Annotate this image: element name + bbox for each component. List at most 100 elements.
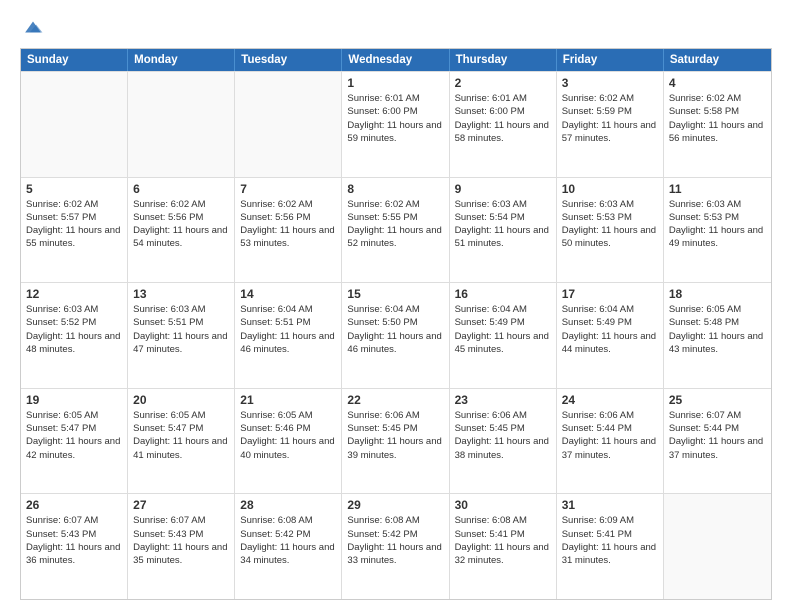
day-number: 12 — [26, 287, 122, 301]
day-number: 31 — [562, 498, 658, 512]
calendar-day-9: 9 Sunrise: 6:03 AM Sunset: 5:54 PM Daylig… — [450, 178, 557, 283]
day-number: 24 — [562, 393, 658, 407]
day-info: Sunrise: 6:04 AM Sunset: 5:49 PM Dayligh… — [562, 303, 658, 356]
calendar-day-26: 26 Sunrise: 6:07 AM Sunset: 5:43 PM Dayli… — [21, 494, 128, 599]
day-info: Sunrise: 6:05 AM Sunset: 5:47 PM Dayligh… — [133, 409, 229, 462]
calendar-day-28: 28 Sunrise: 6:08 AM Sunset: 5:42 PM Dayli… — [235, 494, 342, 599]
logo-icon — [22, 16, 44, 38]
day-number: 9 — [455, 182, 551, 196]
day-number: 5 — [26, 182, 122, 196]
calendar-day-31: 31 Sunrise: 6:09 AM Sunset: 5:41 PM Dayli… — [557, 494, 664, 599]
calendar-row: 5 Sunrise: 6:02 AM Sunset: 5:57 PM Daylig… — [21, 177, 771, 283]
calendar-empty — [235, 72, 342, 177]
weekday-header: Tuesday — [235, 49, 342, 71]
calendar-row: 19 Sunrise: 6:05 AM Sunset: 5:47 PM Dayli… — [21, 388, 771, 494]
day-info: Sunrise: 6:08 AM Sunset: 5:41 PM Dayligh… — [455, 514, 551, 567]
day-info: Sunrise: 6:01 AM Sunset: 6:00 PM Dayligh… — [347, 92, 443, 145]
calendar-day-12: 12 Sunrise: 6:03 AM Sunset: 5:52 PM Dayli… — [21, 283, 128, 388]
day-info: Sunrise: 6:02 AM Sunset: 5:57 PM Dayligh… — [26, 198, 122, 251]
day-info: Sunrise: 6:01 AM Sunset: 6:00 PM Dayligh… — [455, 92, 551, 145]
day-info: Sunrise: 6:04 AM Sunset: 5:50 PM Dayligh… — [347, 303, 443, 356]
weekday-header: Monday — [128, 49, 235, 71]
weekday-header: Wednesday — [342, 49, 449, 71]
day-info: Sunrise: 6:09 AM Sunset: 5:41 PM Dayligh… — [562, 514, 658, 567]
calendar-day-22: 22 Sunrise: 6:06 AM Sunset: 5:45 PM Dayli… — [342, 389, 449, 494]
day-info: Sunrise: 6:02 AM Sunset: 5:58 PM Dayligh… — [669, 92, 766, 145]
day-number: 30 — [455, 498, 551, 512]
day-number: 28 — [240, 498, 336, 512]
calendar-empty — [21, 72, 128, 177]
day-number: 2 — [455, 76, 551, 90]
day-number: 3 — [562, 76, 658, 90]
calendar-body: 1 Sunrise: 6:01 AM Sunset: 6:00 PM Daylig… — [21, 71, 771, 599]
day-info: Sunrise: 6:03 AM Sunset: 5:54 PM Dayligh… — [455, 198, 551, 251]
day-number: 6 — [133, 182, 229, 196]
day-info: Sunrise: 6:07 AM Sunset: 5:44 PM Dayligh… — [669, 409, 766, 462]
day-number: 15 — [347, 287, 443, 301]
calendar-day-11: 11Sunrise: 6:03 AM Sunset: 5:53 PM Dayli… — [664, 178, 771, 283]
weekday-header: Thursday — [450, 49, 557, 71]
day-number: 1 — [347, 76, 443, 90]
calendar-day-7: 7 Sunrise: 6:02 AM Sunset: 5:56 PM Daylig… — [235, 178, 342, 283]
weekday-header: Friday — [557, 49, 664, 71]
calendar-day-2: 2 Sunrise: 6:01 AM Sunset: 6:00 PM Daylig… — [450, 72, 557, 177]
day-number: 21 — [240, 393, 336, 407]
day-number: 26 — [26, 498, 122, 512]
logo — [20, 16, 44, 38]
day-info: Sunrise: 6:04 AM Sunset: 5:49 PM Dayligh… — [455, 303, 551, 356]
day-number: 14 — [240, 287, 336, 301]
day-number: 25 — [669, 393, 766, 407]
day-number: 16 — [455, 287, 551, 301]
calendar-day-17: 17Sunrise: 6:04 AM Sunset: 5:49 PM Dayli… — [557, 283, 664, 388]
calendar-day-16: 16 Sunrise: 6:04 AM Sunset: 5:49 PM Dayli… — [450, 283, 557, 388]
day-number: 7 — [240, 182, 336, 196]
calendar-day-3: 3 Sunrise: 6:02 AM Sunset: 5:59 PM Daylig… — [557, 72, 664, 177]
day-info: Sunrise: 6:02 AM Sunset: 5:59 PM Dayligh… — [562, 92, 658, 145]
calendar-day-20: 20 Sunrise: 6:05 AM Sunset: 5:47 PM Dayli… — [128, 389, 235, 494]
calendar-row: 26 Sunrise: 6:07 AM Sunset: 5:43 PM Dayli… — [21, 493, 771, 599]
page: SundayMondayTuesdayWednesdayThursdayFrid… — [0, 0, 792, 612]
day-info: Sunrise: 6:06 AM Sunset: 5:45 PM Dayligh… — [347, 409, 443, 462]
day-info: Sunrise: 6:05 AM Sunset: 5:46 PM Dayligh… — [240, 409, 336, 462]
day-info: Sunrise: 6:05 AM Sunset: 5:48 PM Dayligh… — [669, 303, 766, 356]
day-number: 13 — [133, 287, 229, 301]
day-number: 22 — [347, 393, 443, 407]
day-number: 18 — [669, 287, 766, 301]
calendar-row: 12 Sunrise: 6:03 AM Sunset: 5:52 PM Dayli… — [21, 282, 771, 388]
day-number: 29 — [347, 498, 443, 512]
day-info: Sunrise: 6:02 AM Sunset: 5:56 PM Dayligh… — [133, 198, 229, 251]
calendar-day-23: 23 Sunrise: 6:06 AM Sunset: 5:45 PM Dayli… — [450, 389, 557, 494]
calendar-row: 1 Sunrise: 6:01 AM Sunset: 6:00 PM Daylig… — [21, 71, 771, 177]
day-info: Sunrise: 6:02 AM Sunset: 5:55 PM Dayligh… — [347, 198, 443, 251]
calendar-day-14: 14 Sunrise: 6:04 AM Sunset: 5:51 PM Dayli… — [235, 283, 342, 388]
day-number: 19 — [26, 393, 122, 407]
day-info: Sunrise: 6:08 AM Sunset: 5:42 PM Dayligh… — [240, 514, 336, 567]
weekday-header: Saturday — [664, 49, 771, 71]
calendar-day-1: 1 Sunrise: 6:01 AM Sunset: 6:00 PM Daylig… — [342, 72, 449, 177]
day-number: 8 — [347, 182, 443, 196]
day-number: 27 — [133, 498, 229, 512]
day-number: 23 — [455, 393, 551, 407]
weekday-header: Sunday — [21, 49, 128, 71]
day-info: Sunrise: 6:03 AM Sunset: 5:52 PM Dayligh… — [26, 303, 122, 356]
day-info: Sunrise: 6:07 AM Sunset: 5:43 PM Dayligh… — [26, 514, 122, 567]
calendar: SundayMondayTuesdayWednesdayThursdayFrid… — [20, 48, 772, 600]
day-number: 20 — [133, 393, 229, 407]
day-info: Sunrise: 6:05 AM Sunset: 5:47 PM Dayligh… — [26, 409, 122, 462]
calendar-day-4: 4Sunrise: 6:02 AM Sunset: 5:58 PM Daylig… — [664, 72, 771, 177]
calendar-empty — [664, 494, 771, 599]
day-info: Sunrise: 6:04 AM Sunset: 5:51 PM Dayligh… — [240, 303, 336, 356]
day-info: Sunrise: 6:02 AM Sunset: 5:56 PM Dayligh… — [240, 198, 336, 251]
calendar-day-10: 10Sunrise: 6:03 AM Sunset: 5:53 PM Dayli… — [557, 178, 664, 283]
calendar-header: SundayMondayTuesdayWednesdayThursdayFrid… — [21, 49, 771, 71]
day-info: Sunrise: 6:08 AM Sunset: 5:42 PM Dayligh… — [347, 514, 443, 567]
calendar-day-18: 18 Sunrise: 6:05 AM Sunset: 5:48 PM Dayli… — [664, 283, 771, 388]
calendar-empty — [128, 72, 235, 177]
calendar-day-13: 13Sunrise: 6:03 AM Sunset: 5:51 PM Dayli… — [128, 283, 235, 388]
day-number: 11 — [669, 182, 766, 196]
day-info: Sunrise: 6:06 AM Sunset: 5:45 PM Dayligh… — [455, 409, 551, 462]
calendar-day-15: 15 Sunrise: 6:04 AM Sunset: 5:50 PM Dayli… — [342, 283, 449, 388]
calendar-day-19: 19 Sunrise: 6:05 AM Sunset: 5:47 PM Dayli… — [21, 389, 128, 494]
calendar-day-5: 5 Sunrise: 6:02 AM Sunset: 5:57 PM Daylig… — [21, 178, 128, 283]
day-info: Sunrise: 6:06 AM Sunset: 5:44 PM Dayligh… — [562, 409, 658, 462]
